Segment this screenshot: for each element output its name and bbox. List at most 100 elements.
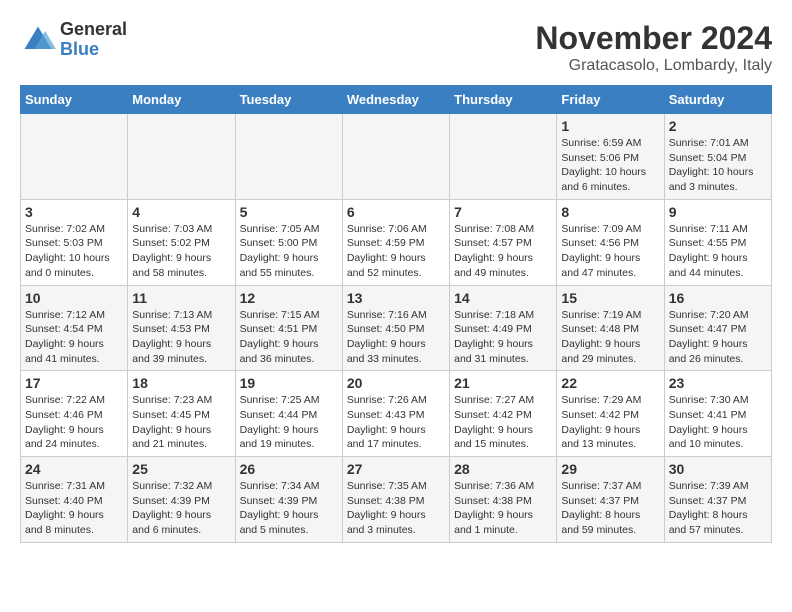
calendar-cell: 22Sunrise: 7:29 AM Sunset: 4:42 PM Dayli… [557,371,664,457]
day-number: 7 [454,204,552,220]
day-info: Sunrise: 7:32 AM Sunset: 4:39 PM Dayligh… [132,479,230,538]
weekday-header-friday: Friday [557,86,664,114]
day-number: 29 [561,461,659,477]
day-info: Sunrise: 7:23 AM Sunset: 4:45 PM Dayligh… [132,393,230,452]
day-number: 6 [347,204,445,220]
calendar-cell [235,114,342,200]
calendar-week-2: 3 Sunrise: 7:02 AM Sunset: 5:03 PM Daylig… [21,199,772,285]
calendar-cell: 13 Sunrise: 7:16 AM Sunset: 4:50 PM Dayli… [342,285,449,371]
day-info: Sunrise: 7:16 AM Sunset: 4:50 PM Dayligh… [347,308,445,367]
calendar-cell [342,114,449,200]
day-info: Sunrise: 7:08 AM Sunset: 4:57 PM Dayligh… [454,222,552,281]
day-number: 24 [25,461,123,477]
calendar-cell: 5 Sunrise: 7:05 AM Sunset: 5:00 PM Daylig… [235,199,342,285]
day-info: Sunrise: 7:35 AM Sunset: 4:38 PM Dayligh… [347,479,445,538]
day-info: Sunrise: 7:05 AM Sunset: 5:00 PM Dayligh… [240,222,338,281]
weekday-header-saturday: Saturday [664,86,771,114]
location: Gratacasolo, Lombardy, Italy [535,57,772,75]
calendar-cell: 8 Sunrise: 7:09 AM Sunset: 4:56 PM Daylig… [557,199,664,285]
weekday-header-monday: Monday [128,86,235,114]
calendar-cell [128,114,235,200]
month-title: November 2024 [535,20,772,57]
day-info: Sunrise: 7:03 AM Sunset: 5:02 PM Dayligh… [132,222,230,281]
day-info: Sunrise: 7:22 AM Sunset: 4:46 PM Dayligh… [25,393,123,452]
calendar-cell: 11Sunrise: 7:13 AM Sunset: 4:53 PM Dayli… [128,285,235,371]
day-info: Sunrise: 7:19 AM Sunset: 4:48 PM Dayligh… [561,308,659,367]
day-number: 10 [25,290,123,306]
calendar-cell: 28Sunrise: 7:36 AM Sunset: 4:38 PM Dayli… [450,457,557,543]
logo-icon [20,22,56,58]
day-number: 19 [240,375,338,391]
logo-text: General Blue [60,20,127,60]
calendar-cell: 14Sunrise: 7:18 AM Sunset: 4:49 PM Dayli… [450,285,557,371]
day-number: 25 [132,461,230,477]
day-info: Sunrise: 7:26 AM Sunset: 4:43 PM Dayligh… [347,393,445,452]
title-area: November 2024 Gratacasolo, Lombardy, Ita… [535,20,772,75]
calendar-cell: 1 Sunrise: 6:59 AM Sunset: 5:06 PM Daylig… [557,114,664,200]
day-info: Sunrise: 7:09 AM Sunset: 4:56 PM Dayligh… [561,222,659,281]
day-number: 26 [240,461,338,477]
calendar-cell: 2 Sunrise: 7:01 AM Sunset: 5:04 PM Daylig… [664,114,771,200]
calendar-cell: 12Sunrise: 7:15 AM Sunset: 4:51 PM Dayli… [235,285,342,371]
day-number: 14 [454,290,552,306]
calendar-cell [21,114,128,200]
header: General Blue November 2024 Gratacasolo, … [20,20,772,75]
calendar-cell: 16Sunrise: 7:20 AM Sunset: 4:47 PM Dayli… [664,285,771,371]
day-number: 8 [561,204,659,220]
day-info: Sunrise: 7:12 AM Sunset: 4:54 PM Dayligh… [25,308,123,367]
day-number: 30 [669,461,767,477]
day-number: 2 [669,118,767,134]
day-number: 12 [240,290,338,306]
calendar-cell: 27 Sunrise: 7:35 AM Sunset: 4:38 PM Dayli… [342,457,449,543]
weekday-header-tuesday: Tuesday [235,86,342,114]
calendar-cell: 18 Sunrise: 7:23 AM Sunset: 4:45 PM Dayli… [128,371,235,457]
calendar-cell: 26 Sunrise: 7:34 AM Sunset: 4:39 PM Dayli… [235,457,342,543]
calendar-week-5: 24 Sunrise: 7:31 AM Sunset: 4:40 PM Dayli… [21,457,772,543]
day-number: 20 [347,375,445,391]
day-number: 18 [132,375,230,391]
weekday-header-sunday: Sunday [21,86,128,114]
day-number: 5 [240,204,338,220]
calendar-cell: 15 Sunrise: 7:19 AM Sunset: 4:48 PM Dayli… [557,285,664,371]
day-info: Sunrise: 7:37 AM Sunset: 4:37 PM Dayligh… [561,479,659,538]
day-number: 23 [669,375,767,391]
calendar-cell: 24 Sunrise: 7:31 AM Sunset: 4:40 PM Dayli… [21,457,128,543]
calendar-cell: 4 Sunrise: 7:03 AM Sunset: 5:02 PM Daylig… [128,199,235,285]
day-info: Sunrise: 7:30 AM Sunset: 4:41 PM Dayligh… [669,393,767,452]
day-info: Sunrise: 7:01 AM Sunset: 5:04 PM Dayligh… [669,136,767,195]
calendar-cell: 25 Sunrise: 7:32 AM Sunset: 4:39 PM Dayli… [128,457,235,543]
calendar-cell: 29 Sunrise: 7:37 AM Sunset: 4:37 PM Dayli… [557,457,664,543]
weekday-header-row: SundayMondayTuesdayWednesdayThursdayFrid… [21,86,772,114]
day-info: Sunrise: 7:31 AM Sunset: 4:40 PM Dayligh… [25,479,123,538]
calendar-week-1: 1 Sunrise: 6:59 AM Sunset: 5:06 PM Daylig… [21,114,772,200]
calendar-table: SundayMondayTuesdayWednesdayThursdayFrid… [20,85,772,543]
day-info: Sunrise: 7:02 AM Sunset: 5:03 PM Dayligh… [25,222,123,281]
day-number: 28 [454,461,552,477]
day-info: Sunrise: 7:06 AM Sunset: 4:59 PM Dayligh… [347,222,445,281]
calendar-week-4: 17 Sunrise: 7:22 AM Sunset: 4:46 PM Dayli… [21,371,772,457]
day-info: Sunrise: 7:25 AM Sunset: 4:44 PM Dayligh… [240,393,338,452]
day-number: 4 [132,204,230,220]
day-number: 16 [669,290,767,306]
day-number: 15 [561,290,659,306]
day-info: Sunrise: 7:34 AM Sunset: 4:39 PM Dayligh… [240,479,338,538]
weekday-header-thursday: Thursday [450,86,557,114]
day-info: Sunrise: 7:39 AM Sunset: 4:37 PM Dayligh… [669,479,767,538]
day-number: 9 [669,204,767,220]
day-number: 3 [25,204,123,220]
calendar-cell: 30 Sunrise: 7:39 AM Sunset: 4:37 PM Dayli… [664,457,771,543]
day-info: Sunrise: 6:59 AM Sunset: 5:06 PM Dayligh… [561,136,659,195]
day-number: 17 [25,375,123,391]
logo: General Blue [20,20,127,60]
calendar-cell: 21Sunrise: 7:27 AM Sunset: 4:42 PM Dayli… [450,371,557,457]
day-info: Sunrise: 7:11 AM Sunset: 4:55 PM Dayligh… [669,222,767,281]
day-number: 27 [347,461,445,477]
day-info: Sunrise: 7:13 AM Sunset: 4:53 PM Dayligh… [132,308,230,367]
calendar-cell [450,114,557,200]
day-number: 13 [347,290,445,306]
day-number: 1 [561,118,659,134]
calendar-cell: 9 Sunrise: 7:11 AM Sunset: 4:55 PM Daylig… [664,199,771,285]
calendar-cell: 20 Sunrise: 7:26 AM Sunset: 4:43 PM Dayli… [342,371,449,457]
calendar-cell: 17 Sunrise: 7:22 AM Sunset: 4:46 PM Dayli… [21,371,128,457]
calendar-cell: 23 Sunrise: 7:30 AM Sunset: 4:41 PM Dayli… [664,371,771,457]
